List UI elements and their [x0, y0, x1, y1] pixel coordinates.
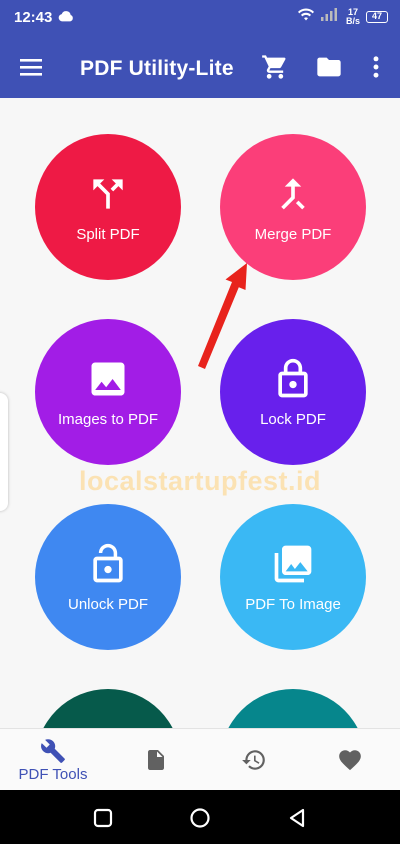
nav-pdf-tools-label: PDF Tools — [18, 765, 88, 783]
split-pdf-label: Split PDF — [76, 225, 140, 243]
photo-library-icon — [274, 545, 312, 582]
lock-pdf-label: Lock PDF — [260, 410, 326, 428]
lock-icon — [278, 358, 308, 397]
back-icon[interactable] — [286, 807, 308, 829]
split-icon — [93, 178, 123, 209]
cart-icon[interactable] — [261, 53, 289, 81]
unlock-pdf-button[interactable]: Unlock PDF — [35, 504, 181, 650]
pdf-to-image-label: PDF To Image — [245, 595, 341, 613]
merge-icon — [281, 177, 305, 209]
document-icon — [148, 750, 164, 770]
network-speed: 17 B/s — [346, 8, 360, 26]
signal-icon — [320, 8, 340, 26]
nav-history[interactable] — [204, 729, 304, 791]
cloud-icon — [58, 9, 74, 27]
partial-tool-button[interactable] — [220, 689, 366, 728]
more-options-icon[interactable] — [362, 53, 390, 81]
system-navigation-bar — [0, 790, 400, 844]
unlock-pdf-label: Unlock PDF — [67, 595, 149, 613]
image-icon — [91, 362, 125, 395]
nav-favorites[interactable] — [300, 729, 400, 791]
bottom-navigation: PDF Tools — [0, 728, 400, 790]
home-icon[interactable] — [189, 807, 211, 829]
unlock-icon — [93, 543, 123, 582]
status-bar: 12:43 17 B/s 47 — [0, 0, 400, 36]
menu-icon[interactable] — [18, 55, 44, 79]
recent-apps-icon[interactable] — [92, 807, 114, 829]
partial-tool-button[interactable] — [35, 689, 181, 728]
split-pdf-button[interactable]: Split PDF — [35, 134, 181, 280]
pdf-to-image-button[interactable]: PDF To Image — [220, 504, 366, 650]
wifi-icon — [297, 8, 314, 26]
wrench-icon — [41, 738, 65, 763]
nav-pdf-tools[interactable]: PDF Tools — [3, 729, 103, 791]
watermark-text: localstartupfest.id — [78, 466, 322, 496]
app-bar: PDF Utility-Lite — [0, 36, 400, 98]
images-to-pdf-label: Images to PDF — [57, 410, 159, 428]
images-to-pdf-button[interactable]: Images to PDF — [35, 319, 181, 465]
app-title: PDF Utility-Lite — [80, 57, 234, 80]
heart-icon — [339, 750, 361, 771]
tools-grid: Split PDF Merge PDF Images to PDF Lock P… — [0, 98, 400, 728]
merge-pdf-button[interactable]: Merge PDF — [220, 134, 366, 280]
nav-documents[interactable] — [106, 729, 206, 791]
network-speed-unit: B/s — [345, 16, 360, 26]
history-icon — [242, 750, 265, 770]
status-time: 12:43 — [14, 9, 53, 26]
merge-pdf-label: Merge PDF — [254, 225, 332, 243]
lock-pdf-button[interactable]: Lock PDF — [220, 319, 366, 465]
folder-icon[interactable] — [315, 53, 343, 81]
battery-indicator: 47 — [366, 11, 388, 23]
